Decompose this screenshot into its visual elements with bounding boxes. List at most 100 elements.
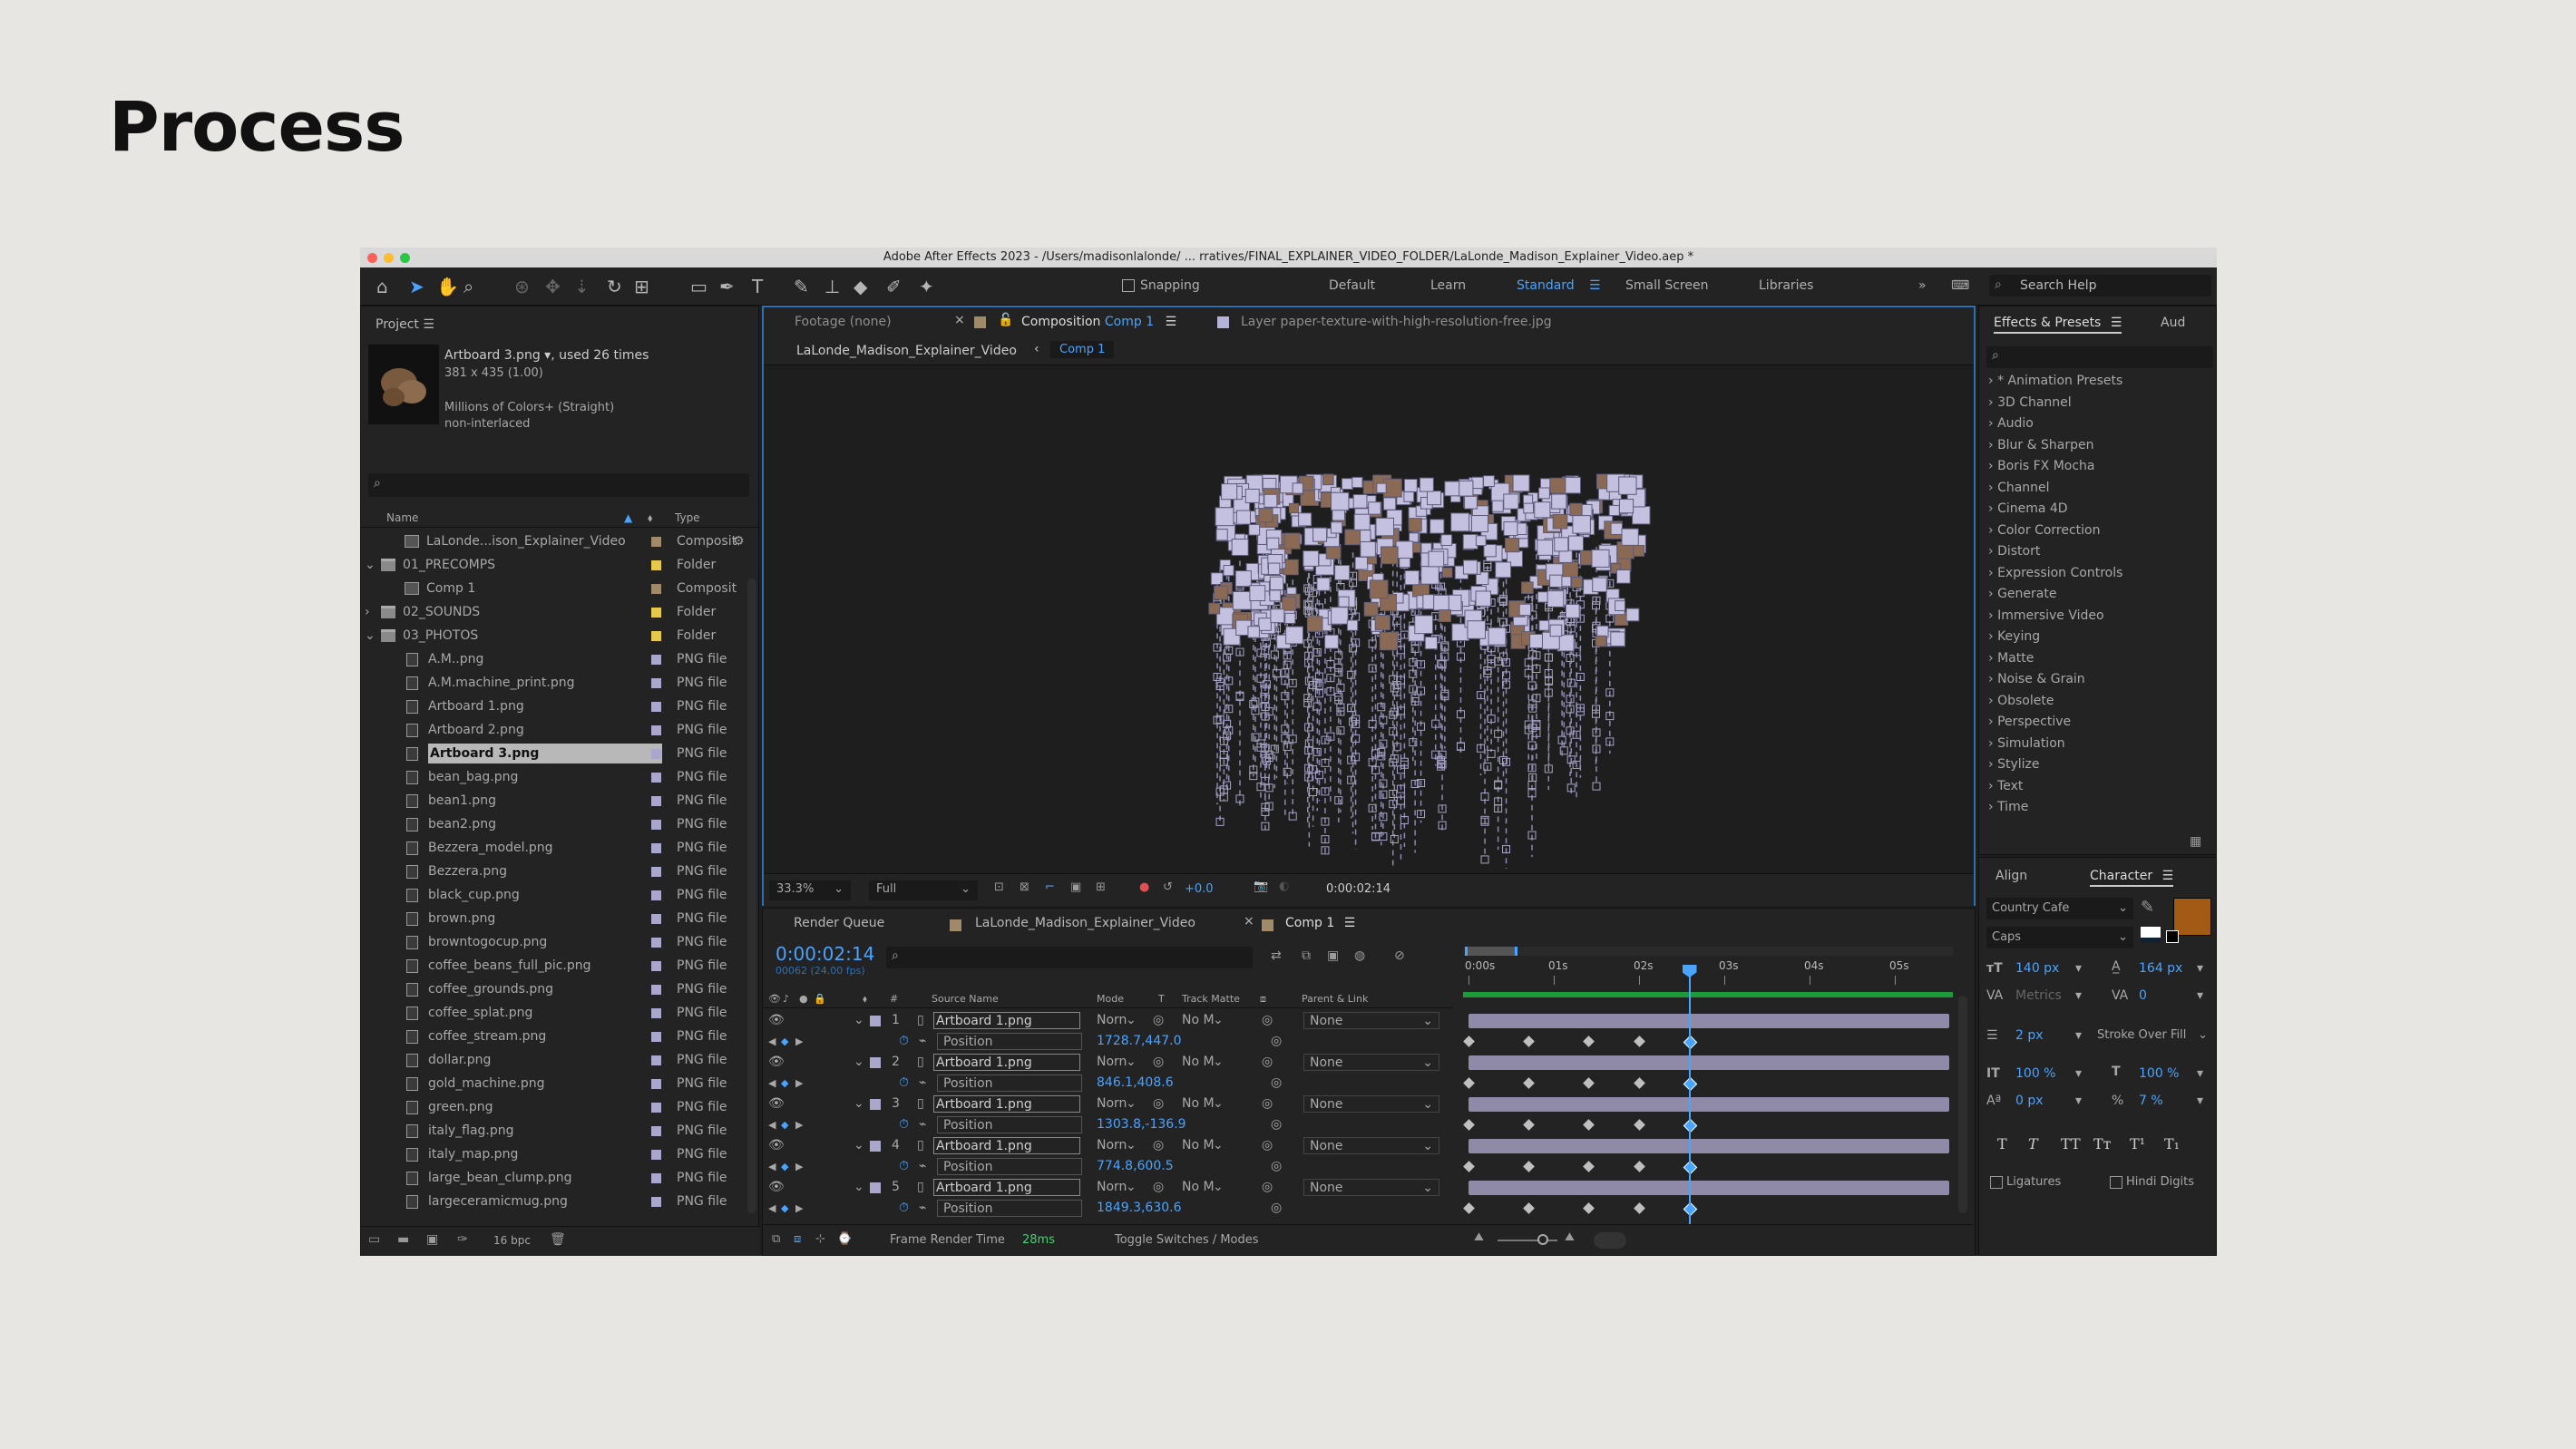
collapse-folder-icon[interactable]: › — [365, 600, 370, 624]
minimize-window-button[interactable] — [384, 253, 394, 263]
keyframe-icon[interactable] — [1522, 1077, 1535, 1089]
color-channel-icon[interactable]: ● — [1139, 880, 1149, 894]
position-property-row[interactable]: ◀ ◆ ▶ ⏱ ⌁ Position 1849.3,630.6 ◎ — [763, 1198, 1452, 1219]
workspace-learn[interactable]: Learn — [1430, 278, 1466, 293]
chevron-down-icon[interactable]: ⌄ — [854, 1094, 864, 1114]
keyframe-icon[interactable] — [1522, 1161, 1535, 1172]
prev-keyframe-icon[interactable]: ◀ — [768, 1156, 776, 1177]
label-color-swatch[interactable] — [651, 938, 661, 948]
chevron-down-icon[interactable]: ⌄ — [1126, 1094, 1137, 1114]
timeline-search-input[interactable]: ⌕ — [886, 947, 1253, 968]
keyboard-icon[interactable]: ⌨ — [1951, 278, 1969, 293]
project-item[interactable]: Artboard 3.png PNG file — [361, 742, 747, 765]
label-color-swatch[interactable] — [651, 749, 661, 759]
eye-icon[interactable]: 👁 — [768, 1177, 785, 1198]
asset-name[interactable]: Artboard 3.png ▾ — [444, 348, 551, 363]
position-value[interactable]: 1728.7,447.0 — [1097, 1031, 1182, 1052]
chevron-down-icon[interactable]: ⌄ — [854, 1052, 864, 1073]
frame-blending-icon[interactable]: ◍ — [1354, 948, 1365, 963]
effect-category[interactable]: › Channel — [1988, 481, 2050, 495]
label-color-swatch[interactable] — [651, 867, 661, 877]
label-color-swatch[interactable] — [651, 1103, 661, 1113]
show-snapshot-icon[interactable]: ◐ — [1279, 880, 1289, 893]
brush-tool-icon[interactable]: ✎ — [794, 277, 809, 297]
orbit-tool-icon[interactable]: ⊛ — [514, 277, 530, 297]
chevron-down-icon[interactable]: ⌄ — [854, 1135, 864, 1156]
keyframe-icon[interactable] — [1463, 1161, 1475, 1172]
workspace-libraries[interactable]: Libraries — [1759, 278, 1813, 293]
effects-search-input[interactable]: ⌕ — [1986, 346, 2213, 368]
graph-icon[interactable]: ⌁ — [919, 1114, 926, 1135]
font-style-dropdown[interactable]: Caps ⌄ — [1986, 927, 2133, 948]
pickwhip-icon[interactable]: ◎ — [1262, 1052, 1273, 1073]
parent-dropdown[interactable]: None ⌄ — [1303, 1054, 1439, 1071]
keyframe-icon[interactable] — [1582, 1202, 1595, 1214]
effect-category[interactable]: › Boris FX Mocha — [1988, 459, 2095, 473]
pickwhip-icon[interactable]: ◎ — [1262, 1177, 1273, 1198]
eye-icon[interactable]: 👁 — [768, 1052, 785, 1073]
parent-dropdown[interactable]: None ⌄ — [1303, 1179, 1439, 1196]
exposure-value[interactable]: +0.0 — [1185, 882, 1214, 896]
graph-icon[interactable]: ⌁ — [919, 1031, 926, 1052]
effect-category[interactable]: › Keying — [1988, 629, 2040, 644]
tab-composition[interactable]: Composition Comp 1 ☰ — [1021, 315, 1176, 329]
chevron-down-icon[interactable]: ▾ — [2075, 1094, 2082, 1108]
close-tab-icon[interactable]: × — [954, 313, 965, 327]
layer-duration-bar[interactable] — [1469, 1097, 1949, 1112]
chevron-down-icon[interactable]: ⌄ — [1213, 1135, 1224, 1156]
column-name[interactable]: Name — [386, 508, 418, 528]
switches-header-icon[interactable]: ⧈ — [1260, 990, 1266, 1008]
zoom-dropdown[interactable]: 33.3% ⌄ — [769, 880, 851, 900]
label-color-swatch[interactable] — [651, 773, 661, 783]
keyframe-icon[interactable]: ◆ — [781, 1073, 788, 1094]
label-color-swatch[interactable] — [651, 1126, 661, 1136]
new-bin-icon[interactable]: ▦ — [2190, 834, 2201, 849]
region-of-interest-icon[interactable]: ▣ — [1070, 880, 1081, 894]
layer-duration-bar[interactable] — [1469, 1055, 1949, 1070]
tab-footage[interactable]: Footage (none) — [795, 315, 892, 329]
keyframe-icon[interactable] — [1582, 1036, 1595, 1047]
project-item[interactable]: Bezzera_model.png PNG file — [361, 836, 747, 860]
label-color-swatch[interactable] — [651, 985, 661, 995]
work-area-handle[interactable] — [1465, 947, 1517, 956]
keyframe-icon[interactable]: ◆ — [781, 1198, 788, 1219]
spiral-icon[interactable]: ◎ — [1153, 1177, 1164, 1198]
position-property-row[interactable]: ◀ ◆ ▶ ⏱ ⌁ Position 1728.7,447.0 ◎ — [763, 1031, 1452, 1052]
selection-tool-icon[interactable]: ➤ — [409, 277, 424, 297]
chevron-down-icon[interactable]: ▾ — [2075, 1066, 2082, 1081]
parent-dropdown[interactable]: None ⌄ — [1303, 1137, 1439, 1154]
tab-main-comp[interactable]: LaLonde_Madison_Explainer_Video — [975, 916, 1195, 930]
label-color-swatch[interactable] — [651, 890, 661, 900]
chevron-down-icon[interactable]: ▾ — [2075, 961, 2082, 976]
label-color-swatch[interactable] — [870, 1099, 881, 1110]
leading-value[interactable]: 164 px — [2139, 961, 2182, 976]
label-color-swatch[interactable] — [870, 1057, 881, 1068]
project-item[interactable]: largeceramicmug.png PNG file — [361, 1190, 747, 1213]
workspace-small-screen[interactable]: Small Screen — [1625, 278, 1708, 293]
source-name-header[interactable]: Source Name — [932, 990, 999, 1008]
chevron-down-icon[interactable]: ⌄ — [1126, 1177, 1137, 1198]
keyframe-icon[interactable] — [1522, 1202, 1535, 1214]
chevron-down-icon[interactable]: ▾ — [2197, 1094, 2203, 1108]
zoom-in-time-icon[interactable]: ⛰ — [1565, 1230, 1575, 1244]
snapping-checkbox[interactable]: Snapping — [1122, 278, 1200, 293]
faux-bold-button[interactable]: T — [1997, 1135, 2007, 1152]
in-out-icon[interactable]: ⊹ — [815, 1232, 825, 1246]
vertical-scale-value[interactable]: 100 % — [2015, 1066, 2055, 1081]
chevron-down-icon[interactable]: ⌄ — [1213, 1010, 1224, 1031]
label-color-swatch[interactable] — [651, 631, 661, 641]
timeline-layer-row[interactable]: 👁 ⌄ 3 ▯ Artboard 1.png Norn ⌄ ◎ No M ⌄ ◎ None ⌄ — [763, 1094, 1452, 1114]
chevron-down-icon[interactable]: ⌄ — [1213, 1052, 1224, 1073]
all-caps-button[interactable]: TT — [2061, 1135, 2081, 1152]
timeline-layer-row[interactable]: 👁 ⌄ 2 ▯ Artboard 1.png Norn ⌄ ◎ No M ⌄ ◎ None ⌄ — [763, 1052, 1452, 1073]
fast-preview-icon[interactable]: ⊡ — [994, 880, 1004, 894]
pen-tool-icon[interactable]: ✒ — [719, 277, 735, 297]
timeline-layer-row[interactable]: 👁 ⌄ 4 ▯ Artboard 1.png Norn ⌄ ◎ No M ⌄ ◎ None ⌄ — [763, 1135, 1452, 1156]
composition-mini-flowchart-icon[interactable]: ⇄ — [1271, 948, 1282, 963]
effect-category[interactable]: › Perspective — [1988, 715, 2071, 729]
pickwhip-icon[interactable]: ◎ — [1262, 1010, 1273, 1031]
position-value[interactable]: 774.8,600.5 — [1097, 1156, 1174, 1177]
project-item[interactable]: italy_flag.png PNG file — [361, 1119, 747, 1143]
exposure-reset-icon[interactable]: ↺ — [1163, 880, 1173, 894]
stroke-mode-dropdown[interactable]: Stroke Over Fill ⌄ — [2092, 1025, 2213, 1046]
